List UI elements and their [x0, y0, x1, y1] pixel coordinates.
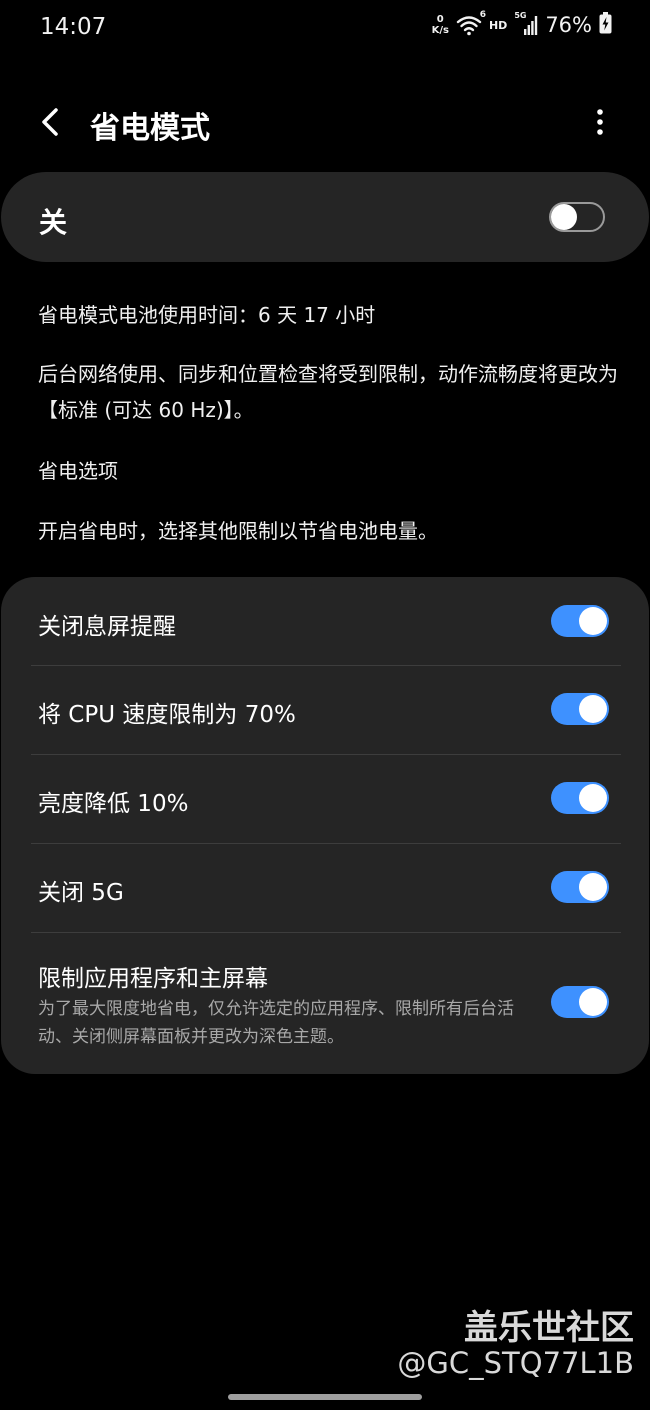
toggle-knob — [579, 873, 607, 901]
chevron-left-icon — [42, 108, 58, 136]
cellular-signal-icon: 5G — [514, 11, 538, 37]
toggle-knob — [551, 204, 577, 230]
back-button[interactable] — [30, 102, 70, 142]
home-indicator[interactable] — [228, 1394, 422, 1400]
page-title: 省电模式 — [90, 111, 210, 146]
toggle-knob — [579, 784, 607, 812]
options-note: 开启省电时，选择其他限制以节省电池电量。 — [38, 519, 438, 543]
option-label: 亮度降低 10% — [38, 791, 189, 817]
option-label: 将 CPU 速度限制为 70% — [38, 702, 296, 728]
toggle-knob — [579, 988, 607, 1016]
option-label: 限制应用程序和主屏幕 — [38, 966, 268, 992]
option-aod-off[interactable]: 关闭息屏提醒 — [1, 577, 649, 665]
watermark-community: 盖乐世社区 — [464, 1308, 634, 1348]
status-time: 14:07 — [40, 14, 107, 40]
option-label: 关闭息屏提醒 — [38, 614, 176, 640]
options-heading: 省电选项 — [38, 459, 118, 483]
option-5g-off[interactable]: 关闭 5G — [1, 844, 649, 932]
option-label: 关闭 5G — [38, 880, 124, 906]
restriction-note: 后台网络使用、同步和位置检查将受到限制，动作流畅度将更改为【标准 (可达 60 … — [38, 362, 618, 422]
master-toggle[interactable] — [549, 202, 605, 232]
battery-time-estimate: 省电模式电池使用时间：6 天 17 小时 — [38, 303, 376, 327]
option-brightness-reduce[interactable]: 亮度降低 10% — [1, 755, 649, 843]
option-cpu-limit[interactable]: 将 CPU 速度限制为 70% — [1, 666, 649, 754]
option-toggle[interactable] — [551, 693, 609, 725]
power-saving-options: 关闭息屏提醒 将 CPU 速度限制为 70% 亮度降低 10% 关闭 5G 限制… — [1, 577, 649, 1074]
option-limit-apps[interactable]: 限制应用程序和主屏幕 为了最大限度地省电，仅允许选定的应用程序、限制所有后台活动… — [1, 933, 649, 1073]
more-options-button[interactable] — [582, 102, 618, 142]
option-toggle[interactable] — [551, 871, 609, 903]
power-saving-master-switch[interactable]: 关 — [1, 172, 649, 262]
master-switch-label: 关 — [39, 206, 68, 239]
wifi-icon: 6 — [456, 10, 486, 36]
status-icons: 0 K/s 6 HD 5G 76% — [432, 10, 612, 38]
app-header: 省电模式 — [0, 90, 650, 156]
battery-charging-icon — [599, 12, 612, 38]
hd-label: HD — [488, 18, 508, 32]
network-speed: 0 K/s — [432, 14, 449, 36]
network-speed-unit: K/s — [431, 25, 449, 36]
network-speed-value: 0 — [436, 14, 444, 25]
toggle-knob — [579, 607, 607, 635]
option-description: 为了最大限度地省电，仅允许选定的应用程序、限制所有后台活动、关闭侧屏幕面板并更改… — [38, 999, 514, 1047]
watermark-user: @GC_STQ77L1B — [397, 1346, 634, 1380]
option-toggle[interactable] — [551, 782, 609, 814]
more-vertical-icon — [597, 109, 603, 135]
status-bar: 14:07 0 K/s 6 HD 5G 76% — [0, 0, 650, 56]
battery-percentage: 76% — [545, 13, 592, 37]
wifi-badge: 6 — [479, 10, 486, 20]
toggle-knob — [579, 695, 607, 723]
option-toggle[interactable] — [551, 986, 609, 1018]
option-toggle[interactable] — [551, 605, 609, 637]
